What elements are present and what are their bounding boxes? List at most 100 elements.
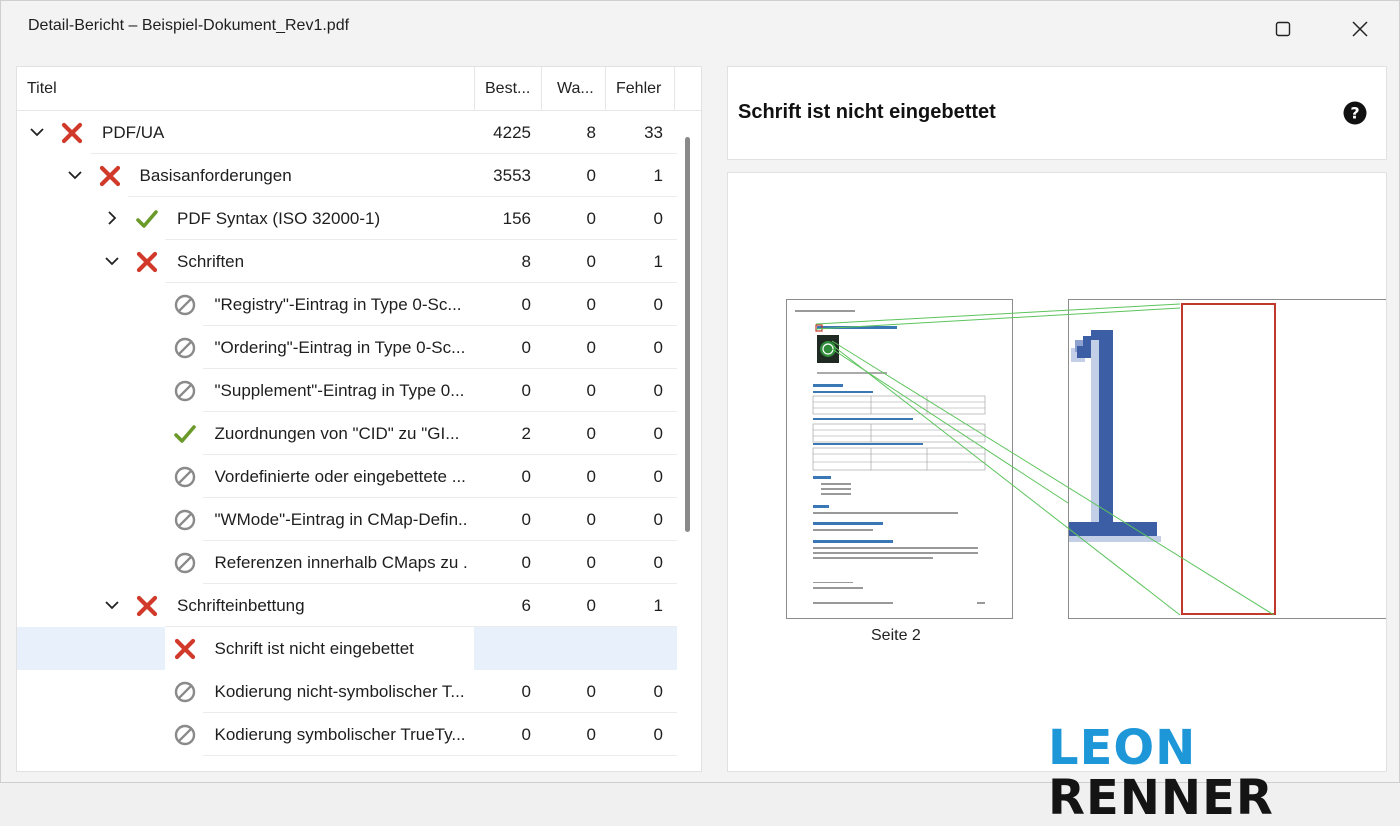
row-warnings-count: 0 bbox=[586, 209, 596, 228]
svg-text:?: ? bbox=[1350, 104, 1359, 123]
row-label: PDF/UA bbox=[102, 123, 165, 142]
chevron-down-icon[interactable] bbox=[29, 124, 45, 140]
title-bar: Detail-Bericht – Beispiel-Dokument_Rev1.… bbox=[1, 1, 1399, 57]
row-label: Zuordnungen von "CID" zu "GI... bbox=[214, 424, 460, 443]
not-applicable-icon bbox=[174, 294, 196, 316]
vertical-scrollbar[interactable] bbox=[685, 137, 690, 532]
error-icon bbox=[136, 251, 158, 273]
not-applicable-icon bbox=[174, 724, 196, 746]
row-warnings-count: 0 bbox=[586, 682, 596, 701]
column-passed[interactable]: Best... bbox=[475, 67, 541, 110]
row-passed-count: 0 bbox=[521, 725, 531, 744]
row-passed-count: 0 bbox=[521, 553, 531, 572]
row-errors-count: 0 bbox=[653, 424, 663, 443]
row-passed-count: 2 bbox=[521, 424, 531, 443]
row-label: Kodierung symbolischer TrueTy... bbox=[214, 725, 466, 744]
not-applicable-icon bbox=[174, 337, 196, 359]
row-warnings-count: 0 bbox=[586, 338, 596, 357]
column-warnings[interactable]: Wa... bbox=[542, 67, 605, 110]
chevron-right-icon[interactable] bbox=[104, 210, 120, 226]
tree-row[interactable]: Schrifteinbettung 6 0 1 bbox=[17, 584, 677, 627]
tree-row[interactable]: Schriften 8 0 1 bbox=[17, 240, 677, 283]
tree-row[interactable]: "Registry"-Eintrag in Type 0-Sc... 0 0 0 bbox=[17, 283, 677, 326]
row-passed-count: 0 bbox=[521, 682, 531, 701]
row-warnings-count: 0 bbox=[586, 166, 596, 185]
error-icon bbox=[136, 595, 158, 617]
tree-row[interactable]: Referenzen innerhalb CMaps zu ... 0 0 0 bbox=[17, 541, 677, 584]
row-passed-count: 6 bbox=[521, 596, 531, 615]
window-title: Detail-Bericht – Beispiel-Dokument_Rev1.… bbox=[28, 17, 350, 34]
row-errors-count: 0 bbox=[653, 338, 663, 357]
row-warnings-count bbox=[542, 627, 596, 670]
row-passed-count: 0 bbox=[521, 510, 531, 529]
row-warnings-count: 0 bbox=[586, 295, 596, 314]
not-applicable-icon bbox=[174, 380, 196, 402]
report-window: Detail-Bericht – Beispiel-Dokument_Rev1.… bbox=[0, 0, 1400, 823]
not-applicable-icon bbox=[174, 552, 196, 574]
brand-second: RENNER bbox=[1048, 770, 1274, 826]
detail-header: Schrift ist nicht eingebettet ? bbox=[727, 66, 1387, 160]
row-warnings-count: 0 bbox=[586, 467, 596, 486]
row-errors-count: 0 bbox=[653, 381, 663, 400]
row-passed-count: 4225 bbox=[493, 123, 531, 142]
tree-row[interactable]: Zuordnungen von "CID" zu "GI... 2 0 0 bbox=[17, 412, 677, 455]
maximize-icon bbox=[1275, 21, 1291, 37]
row-errors-count: 0 bbox=[653, 209, 663, 228]
tree-row[interactable]: Vordefinierte oder eingebettete ... 0 0 0 bbox=[17, 455, 677, 498]
row-passed-count: 0 bbox=[521, 381, 531, 400]
row-label: Vordefinierte oder eingebettete ... bbox=[214, 467, 466, 486]
row-errors-count: 1 bbox=[653, 252, 663, 271]
brand-first: LEON bbox=[1048, 720, 1197, 776]
row-warnings-count: 0 bbox=[586, 510, 596, 529]
row-passed-count: 3553 bbox=[493, 166, 531, 185]
tree-row[interactable]: Kodierung symbolischer TrueTy... 0 0 0 bbox=[17, 713, 677, 756]
row-errors-count: 0 bbox=[653, 510, 663, 529]
row-passed-count: 0 bbox=[521, 467, 531, 486]
close-icon bbox=[1352, 21, 1368, 37]
chevron-down-icon[interactable] bbox=[104, 597, 120, 613]
row-warnings-count: 0 bbox=[586, 424, 596, 443]
maximize-button[interactable] bbox=[1260, 9, 1306, 49]
column-title[interactable]: Titel bbox=[27, 67, 467, 110]
tree-row[interactable]: Basisanforderungen 3553 0 1 bbox=[17, 154, 677, 197]
row-errors-count: 1 bbox=[653, 596, 663, 615]
error-icon bbox=[61, 122, 83, 144]
row-warnings-count: 0 bbox=[586, 381, 596, 400]
help-icon[interactable]: ? bbox=[1343, 101, 1367, 125]
chevron-down-icon[interactable] bbox=[104, 253, 120, 269]
row-errors-count: 0 bbox=[653, 295, 663, 314]
row-passed-count: 156 bbox=[502, 209, 531, 228]
row-label: "Ordering"-Eintrag in Type 0-Sc... bbox=[214, 338, 466, 357]
row-passed-count: 0 bbox=[521, 338, 531, 357]
error-icon bbox=[174, 638, 196, 660]
tree-row[interactable]: "WMode"-Eintrag in CMap-Defin... 0 0 0 bbox=[17, 498, 677, 541]
chevron-down-icon[interactable] bbox=[67, 167, 83, 183]
row-warnings-count: 0 bbox=[586, 596, 596, 615]
row-warnings-count: 8 bbox=[586, 123, 596, 142]
column-errors[interactable]: Fehler bbox=[606, 67, 674, 110]
row-passed-count: 8 bbox=[521, 252, 531, 271]
results-tree-panel: Titel Best... Wa... Fehler PDF/UA 4225 8 33… bbox=[16, 66, 702, 772]
tree-row[interactable]: PDF/UA 4225 8 33 bbox=[17, 111, 677, 154]
tree-row[interactable]: "Supplement"-Eintrag in Type 0... 0 0 0 bbox=[17, 369, 677, 412]
row-label: Schrifteinbettung bbox=[177, 596, 305, 615]
row-errors-count: 0 bbox=[653, 682, 663, 701]
row-errors-count: 0 bbox=[653, 725, 663, 744]
row-errors-count bbox=[606, 627, 663, 670]
close-button[interactable] bbox=[1337, 9, 1383, 49]
detail-title: Schrift ist nicht eingebettet bbox=[738, 101, 996, 123]
tree-row[interactable]: "Ordering"-Eintrag in Type 0-Sc... 0 0 0 bbox=[17, 326, 677, 369]
row-label: "Registry"-Eintrag in Type 0-Sc... bbox=[214, 295, 462, 314]
column-header: Titel Best... Wa... Fehler bbox=[17, 67, 701, 111]
tree-row[interactable]: Kodierung nicht-symbolischer T... 0 0 0 bbox=[17, 670, 677, 713]
row-label: Basisanforderungen bbox=[139, 166, 292, 185]
page-preview: Seite 2 bbox=[727, 172, 1387, 772]
row-errors-count: 0 bbox=[653, 467, 663, 486]
row-passed-count: 0 bbox=[521, 295, 531, 314]
row-label: Schriften bbox=[177, 252, 245, 271]
row-errors-count: 1 bbox=[653, 166, 663, 185]
tree-row[interactable]: PDF Syntax (ISO 32000-1) 156 0 0 bbox=[17, 197, 677, 240]
row-errors-count: 33 bbox=[644, 123, 663, 142]
page-label: Seite 2 bbox=[871, 627, 921, 644]
tree-row[interactable]: Schrift ist nicht eingebettet bbox=[17, 627, 677, 670]
